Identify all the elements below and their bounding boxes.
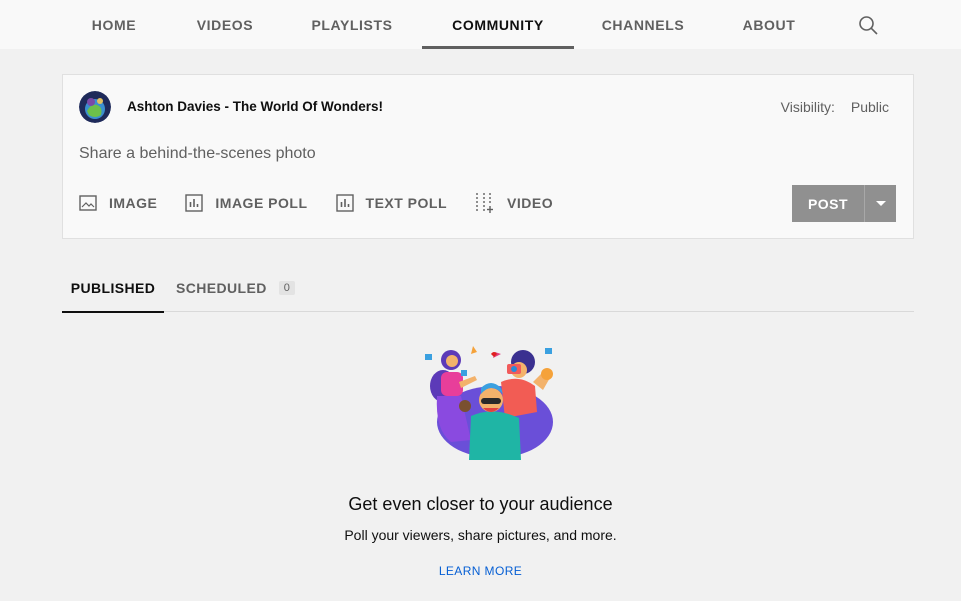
add-image-button[interactable]: IMAGE	[79, 192, 157, 214]
post-options-button[interactable]	[864, 185, 896, 222]
tab-videos[interactable]: VIDEOS	[182, 0, 268, 49]
empty-state-title: Get even closer to your audience	[348, 494, 613, 514]
add-image-poll-button[interactable]: IMAGE POLL	[185, 192, 307, 214]
tab-community[interactable]: COMMUNITY	[422, 0, 574, 49]
attachment-toolbar: IMAGE IMAGE POLL TEXT POLL VIDEO	[79, 192, 581, 214]
post-composer: Ashton Davies - The World Of Wonders! Vi…	[62, 74, 914, 239]
avatar	[79, 91, 111, 123]
scheduled-count-badge: 0	[278, 281, 296, 295]
tab-scheduled[interactable]: SCHEDULED 0	[176, 264, 296, 312]
post-button[interactable]: POST	[792, 185, 864, 222]
post-status-tabs: PUBLISHED SCHEDULED 0	[62, 264, 914, 313]
tab-channels[interactable]: CHANNELS	[590, 0, 696, 49]
add-text-poll-button[interactable]: TEXT POLL	[335, 192, 448, 214]
visibility-value: Public	[850, 99, 889, 115]
tool-label: IMAGE	[109, 195, 158, 211]
visibility-selector[interactable]: Visibility: Public	[781, 99, 889, 115]
image-icon	[79, 195, 97, 211]
learn-more-link[interactable]: LEARN MORE	[0, 564, 961, 578]
tab-about[interactable]: ABOUT	[728, 0, 810, 49]
tab-playlists[interactable]: PLAYLISTS	[298, 0, 406, 49]
caret-down-icon	[875, 200, 886, 206]
visibility-label: Visibility:	[780, 99, 835, 115]
community-illustration	[415, 342, 560, 460]
channel-name: Ashton Davies - The World Of Wonders!	[127, 99, 384, 114]
post-button-group: POST	[792, 185, 896, 222]
search-icon[interactable]	[855, 12, 881, 38]
poll-icon	[185, 194, 204, 212]
tab-home[interactable]: HOME	[70, 0, 158, 49]
tab-published[interactable]: PUBLISHED	[62, 264, 164, 313]
tool-label: IMAGE POLL	[215, 195, 308, 211]
tab-published-label: PUBLISHED	[70, 280, 156, 296]
tool-label: VIDEO	[507, 195, 554, 211]
tool-label: TEXT POLL	[365, 195, 448, 211]
channel-nav: HOME VIDEOS PLAYLISTS COMMUNITY CHANNELS…	[0, 0, 961, 49]
post-text-input[interactable]: Share a behind-the-scenes photo	[79, 145, 316, 163]
empty-state-subtitle: Poll your viewers, share pictures, and m…	[344, 527, 617, 543]
video-add-icon	[476, 193, 494, 213]
add-video-button[interactable]: VIDEO	[475, 192, 553, 214]
poll-icon	[335, 194, 354, 212]
tab-scheduled-label: SCHEDULED	[176, 280, 267, 296]
